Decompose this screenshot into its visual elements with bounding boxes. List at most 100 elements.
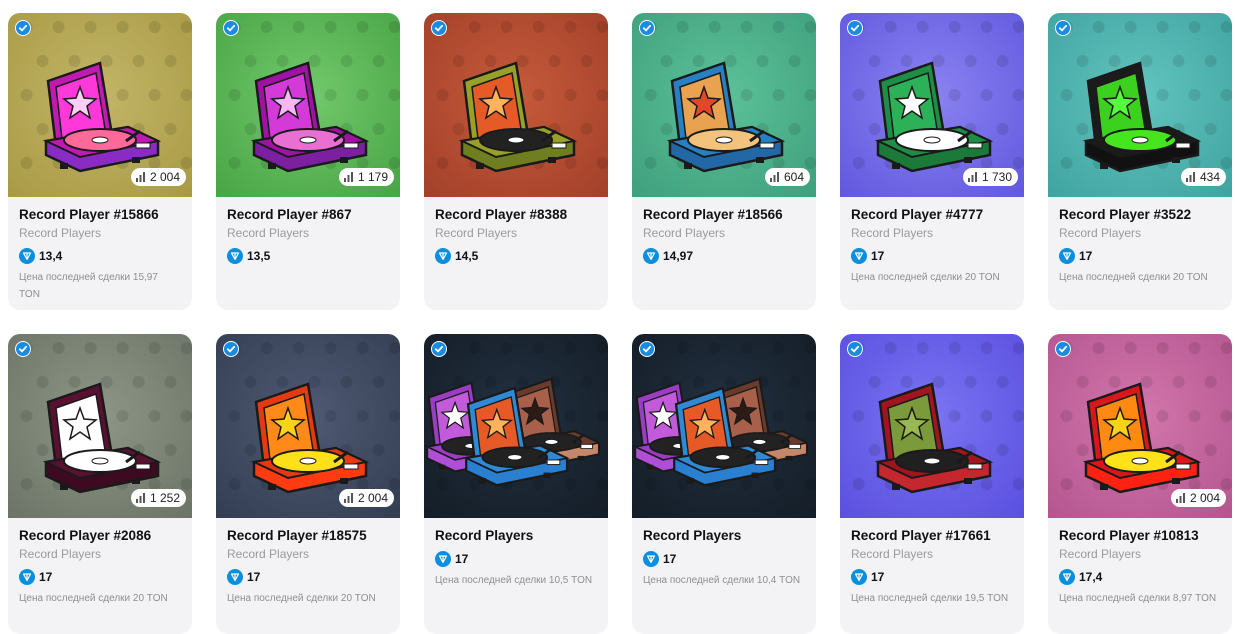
price-value: 17 xyxy=(247,570,261,584)
gift-artwork xyxy=(840,334,1024,518)
bar-chart-icon xyxy=(1185,172,1195,182)
collection-name: Record Players xyxy=(227,547,310,561)
ton-icon xyxy=(435,248,451,264)
gift-card[interactable]: 1 179 Record Player #867 Record Players 13,… xyxy=(216,13,400,310)
verified-badge-icon xyxy=(15,341,31,357)
gift-card[interactable]: 604 Record Player #18566 Record Players 14,… xyxy=(632,13,816,310)
gift-grid: 2 004 Record Player #15866 Record Players 1… xyxy=(0,0,1235,634)
supply-count: 2 004 xyxy=(357,491,388,505)
ton-icon xyxy=(643,551,659,567)
gift-card[interactable]: Record Player #17661 Record Players 17 Цена… xyxy=(840,334,1024,634)
record-player-illustration xyxy=(874,61,994,173)
price-row: 17 xyxy=(227,569,388,585)
verified-badge-icon xyxy=(1055,341,1071,357)
last-sale-price: Цена последней сделки 15,97 TON xyxy=(19,272,158,300)
gift-info: Record Player #15866 Record Players 13,4 Це… xyxy=(8,197,192,303)
record-player-illustration xyxy=(42,61,162,173)
collection-name: Record Players xyxy=(851,547,934,561)
price-row: 17 xyxy=(1059,248,1220,264)
gift-card[interactable]: Record Player #8388 Record Players 14,5 xyxy=(424,13,608,310)
price-row: 17 xyxy=(643,551,804,567)
gift-info: Record Player #18575 Record Players 17 Цена… xyxy=(216,518,400,607)
gift-info: Record Player #17661 Record Players 17 Цена… xyxy=(840,518,1024,607)
gift-artwork: 1 252 xyxy=(8,334,192,518)
ton-icon xyxy=(643,248,659,264)
gift-title: Record Player #18566 xyxy=(643,207,783,222)
price-value: 17 xyxy=(871,249,885,263)
ton-icon xyxy=(1059,248,1075,264)
gift-card[interactable]: 1 730 Record Player #4777 Record Players 17… xyxy=(840,13,1024,310)
collection-name: Record Players xyxy=(19,547,102,561)
record-player-illustration xyxy=(1082,382,1202,494)
gift-info: Record Player #867 Record Players 13,5 xyxy=(216,197,400,264)
gift-artwork xyxy=(632,334,816,518)
gift-title: Record Player #17661 xyxy=(851,528,991,543)
verified-badge-icon xyxy=(847,20,863,36)
supply-count: 434 xyxy=(1199,170,1220,184)
record-player-image xyxy=(874,382,994,494)
verified-badge-icon xyxy=(431,20,447,36)
supply-count-badge: 2 004 xyxy=(1170,489,1226,507)
record-player-image xyxy=(424,377,602,487)
collection-name: Record Players xyxy=(851,226,934,240)
gift-info: Record Players 17 Цена последней сделки 10… xyxy=(424,518,608,589)
gift-card[interactable]: 2 004 Record Player #10813 Record Players 1… xyxy=(1048,334,1232,634)
gift-artwork xyxy=(424,334,608,518)
gift-card[interactable]: 434 Record Player #3522 Record Players 17 Це… xyxy=(1048,13,1232,310)
ton-icon xyxy=(227,569,243,585)
price-row: 17,4 xyxy=(1059,569,1220,585)
supply-count: 1 730 xyxy=(981,170,1012,184)
verified-badge-icon xyxy=(639,341,655,357)
price-row: 17 xyxy=(851,248,1012,264)
ton-icon xyxy=(1059,569,1075,585)
gift-title: Record Player #10813 xyxy=(1059,528,1199,543)
collection-name: Record Players xyxy=(435,226,518,240)
price-row: 13,5 xyxy=(227,248,388,264)
price-row: 17 xyxy=(435,551,596,567)
gift-info: Record Players 17 Цена последней сделки 10… xyxy=(632,518,816,589)
verified-badge-icon xyxy=(223,341,239,357)
ton-icon xyxy=(227,248,243,264)
last-sale-price: Цена последней сделки 8,97 TON xyxy=(1059,593,1217,604)
record-player-illustration xyxy=(1082,61,1202,173)
gift-info: Record Player #10813 Record Players 17,4 Це… xyxy=(1048,518,1232,607)
verified-badge-icon xyxy=(639,20,655,36)
price-row: 13,4 xyxy=(19,248,180,264)
gift-card[interactable]: Record Players 17 Цена последней сделки 10… xyxy=(424,334,608,634)
last-sale-price: Цена последней сделки 20 TON xyxy=(851,272,1000,283)
price-value: 14,5 xyxy=(455,249,479,263)
verified-badge-icon xyxy=(431,341,447,357)
gift-card[interactable]: 1 252 Record Player #2086 Record Players 17… xyxy=(8,334,192,634)
gift-card[interactable]: 2 004 Record Player #15866 Record Players 1… xyxy=(8,13,192,310)
verified-badge-icon xyxy=(15,20,31,36)
gift-info: Record Player #4777 Record Players 17 Цена … xyxy=(840,197,1024,286)
collection-name: Record Players xyxy=(19,226,102,240)
verified-badge-icon xyxy=(223,20,239,36)
gift-artwork: 434 xyxy=(1048,13,1232,197)
price-value: 13,5 xyxy=(247,249,271,263)
record-player-illustration xyxy=(42,382,162,494)
collection-name: Record Players xyxy=(643,226,726,240)
bar-chart-icon xyxy=(343,493,353,503)
supply-count: 1 252 xyxy=(149,491,180,505)
supply-count: 1 179 xyxy=(357,170,388,184)
record-player-image xyxy=(458,61,578,173)
supply-count: 2 004 xyxy=(149,170,180,184)
record-player-illustration xyxy=(250,382,370,494)
last-sale-price: Цена последней сделки 20 TON xyxy=(227,593,376,604)
gift-info: Record Player #3522 Record Players 17 Цена … xyxy=(1048,197,1232,286)
gift-title: Record Player #867 xyxy=(227,207,352,222)
gift-artwork: 1 179 xyxy=(216,13,400,197)
record-player-illustration xyxy=(458,61,578,173)
supply-count-badge: 2 004 xyxy=(130,168,186,186)
gift-card[interactable]: 2 004 Record Player #18575 Record Players 1… xyxy=(216,334,400,634)
gift-artwork: 1 730 xyxy=(840,13,1024,197)
record-player-illustration xyxy=(874,382,994,494)
gift-info: Record Player #18566 Record Players 14,97 xyxy=(632,197,816,264)
ton-icon xyxy=(19,569,35,585)
gift-card[interactable]: Record Players 17 Цена последней сделки 10… xyxy=(632,334,816,634)
record-player-illustration xyxy=(250,61,370,173)
collection-name: Record Players xyxy=(1059,226,1142,240)
gift-artwork: 604 xyxy=(632,13,816,197)
supply-count-badge: 1 252 xyxy=(130,489,186,507)
